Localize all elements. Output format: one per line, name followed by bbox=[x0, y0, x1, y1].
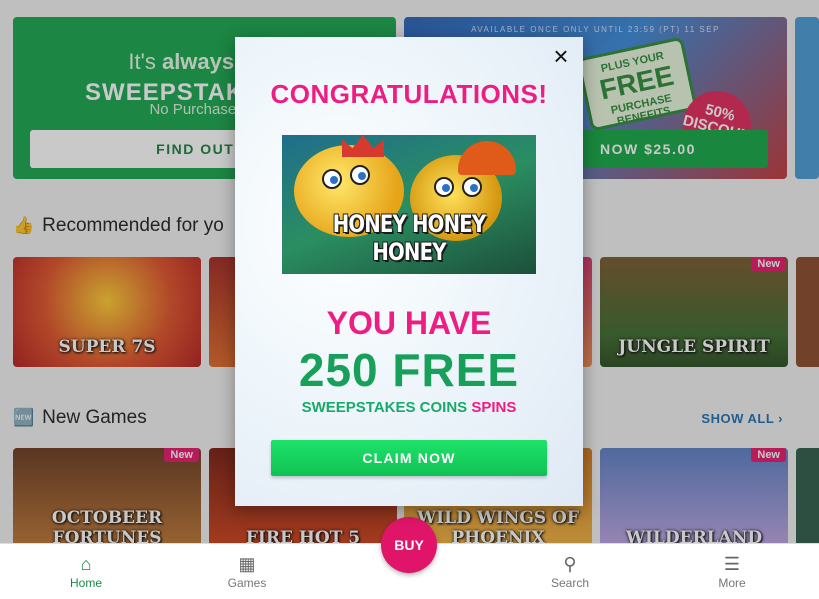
eye-graphic bbox=[322, 169, 342, 189]
close-icon[interactable]: × bbox=[549, 43, 573, 69]
home-icon: ⌂ bbox=[80, 554, 92, 574]
eye-graphic bbox=[350, 165, 370, 185]
spins-label: SPINS bbox=[471, 399, 517, 416]
bonus-modal: × CONGRATULATIONS! HONEY HONEY HONEY YOU… bbox=[235, 37, 583, 506]
crown-graphic bbox=[342, 135, 384, 157]
reward-type: SWEEPSTAKES COINS SPINS bbox=[235, 399, 583, 416]
nav-games[interactable]: ▦ Games bbox=[207, 554, 287, 590]
free-amount: 250 FREE bbox=[298, 344, 520, 396]
coins-label: SWEEPSTAKES COINS bbox=[301, 399, 468, 416]
you-have-text: YOU HAVE bbox=[326, 305, 492, 341]
search-icon: ⚲ bbox=[563, 554, 577, 574]
nav-home[interactable]: ⌂ Home bbox=[46, 554, 126, 590]
modal-heading: CONGRATULATIONS! bbox=[270, 79, 548, 109]
game-logo-title: HONEY HONEY HONEY bbox=[332, 210, 486, 266]
game-artwork: HONEY HONEY HONEY bbox=[282, 135, 536, 274]
claim-now-button[interactable]: CLAIM NOW bbox=[271, 440, 547, 476]
eye-graphic bbox=[434, 177, 454, 197]
helmet-graphic bbox=[458, 141, 516, 175]
nav-search[interactable]: ⚲ Search bbox=[530, 554, 610, 590]
buy-button[interactable]: BUY bbox=[381, 517, 437, 573]
nav-home-label: Home bbox=[69, 576, 102, 590]
nav-games-label: Games bbox=[227, 576, 267, 590]
nav-search-label: Search bbox=[550, 576, 590, 590]
nav-more[interactable]: ☰ More bbox=[692, 554, 772, 590]
nav-more-label: More bbox=[718, 576, 746, 590]
menu-icon: ☰ bbox=[723, 554, 741, 574]
eye-graphic bbox=[462, 177, 482, 197]
slot-machine-icon: ▦ bbox=[238, 554, 256, 574]
